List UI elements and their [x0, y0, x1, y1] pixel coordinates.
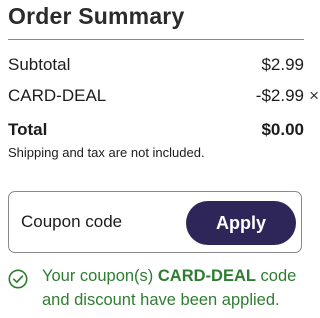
- discount-row: CARD-DEAL -$2.99 ×: [8, 86, 319, 110]
- success-coupon-code: CARD-DEAL: [157, 267, 256, 285]
- total-row: Total $0.00: [8, 120, 304, 144]
- order-summary-title: Order Summary: [8, 3, 185, 29]
- apply-coupon-button[interactable]: Apply: [186, 201, 296, 245]
- success-text: Your coupon(s) CARD-DEAL code and discou…: [42, 264, 312, 312]
- subtotal-value: $2.99: [261, 55, 304, 74]
- shipping-tax-note: Shipping and tax are not included.: [8, 145, 205, 160]
- coupon-code-input[interactable]: [21, 202, 181, 242]
- title-divider: [8, 39, 304, 40]
- discount-label: CARD-DEAL: [8, 86, 107, 105]
- subtotal-row: Subtotal $2.99: [8, 55, 304, 79]
- coupon-form: Apply: [8, 191, 302, 253]
- total-value: $0.00: [261, 120, 304, 139]
- check-circle-icon: [8, 269, 28, 289]
- discount-value: -$2.99: [255, 86, 304, 105]
- total-label: Total: [8, 120, 48, 139]
- success-prefix: Your coupon(s): [42, 267, 158, 285]
- subtotal-label: Subtotal: [8, 55, 71, 74]
- remove-coupon-icon[interactable]: ×: [309, 86, 319, 106]
